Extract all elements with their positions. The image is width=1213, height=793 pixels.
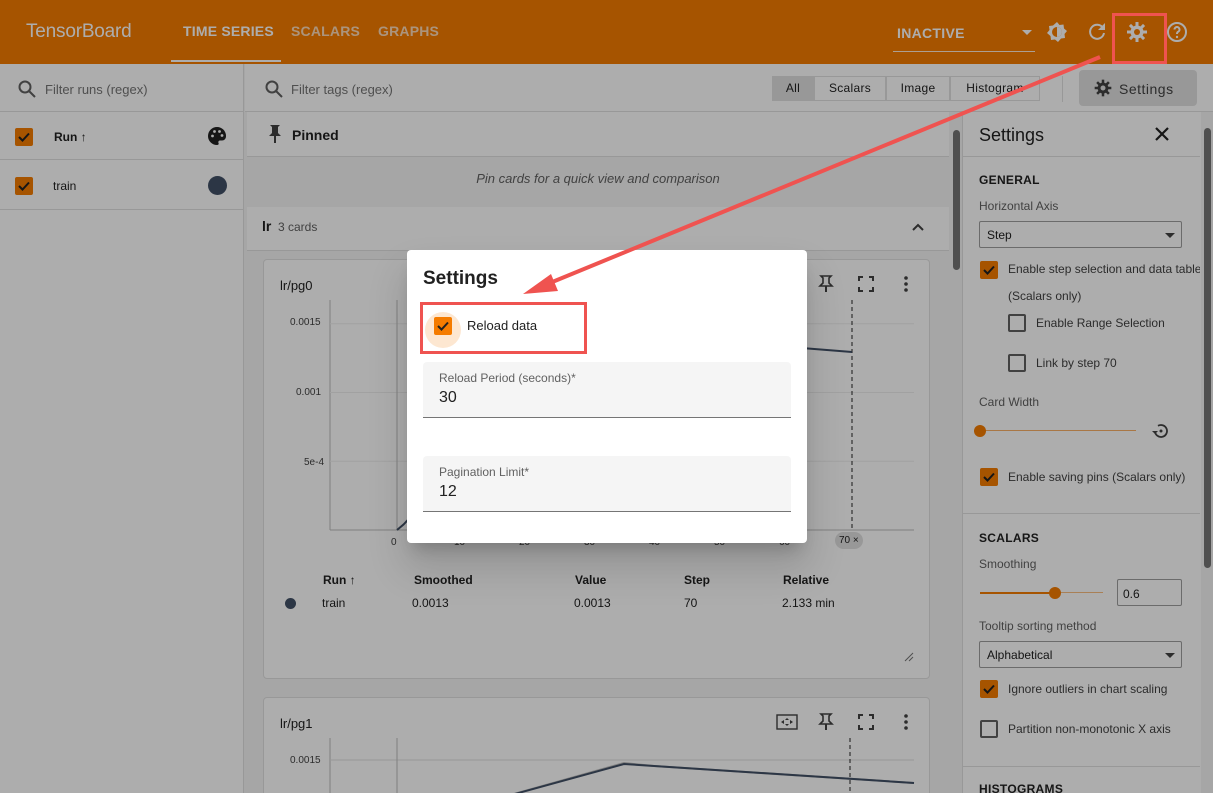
annotation-arrow	[523, 55, 1101, 294]
